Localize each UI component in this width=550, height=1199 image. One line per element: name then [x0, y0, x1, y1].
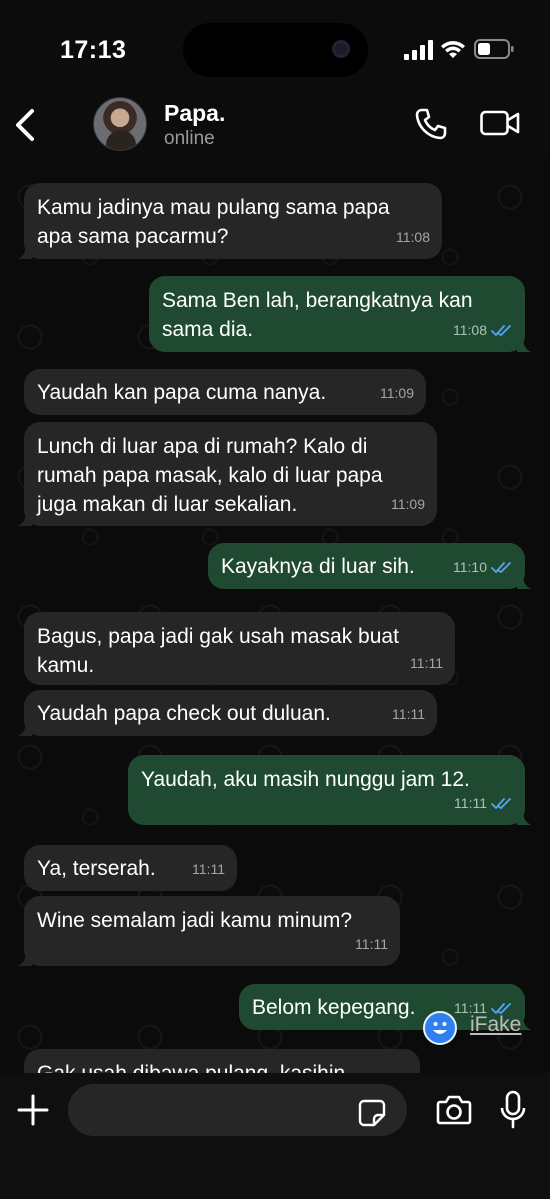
- message-incoming[interactable]: Yaudah papa check out duluan. 11:11: [18, 690, 437, 736]
- message-meta: 11:09: [391, 490, 425, 519]
- message-time: 11:10: [453, 559, 487, 575]
- message-time: 11:09: [391, 496, 425, 512]
- phone-call-icon[interactable]: [414, 107, 448, 141]
- message-incoming[interactable]: Kamu jadinya mau pulang sama papa apa sa…: [18, 183, 442, 259]
- message-text: Wine semalam jadi kamu minum?: [37, 909, 353, 932]
- message-outgoing[interactable]: Yaudah, aku masih nunggu jam 12. 11:11: [128, 755, 531, 825]
- message-time: 11:09: [380, 385, 414, 401]
- battery-icon: [474, 39, 514, 59]
- video-call-icon[interactable]: [480, 109, 520, 137]
- message-meta: 11:08: [396, 223, 430, 252]
- message-incoming[interactable]: Bagus, papa jadi gak usah masak buat kam…: [24, 612, 455, 685]
- microphone-icon[interactable]: [500, 1090, 526, 1130]
- message-meta: 11:11: [454, 789, 513, 818]
- message-time: 11:08: [396, 229, 430, 245]
- read-receipt-icon: [491, 324, 511, 336]
- ifake-logo-icon: [423, 1011, 457, 1045]
- message-meta: 11:08: [453, 316, 513, 345]
- dynamic-island: [183, 23, 368, 77]
- message-input[interactable]: [88, 1084, 348, 1136]
- message-input-container[interactable]: [68, 1084, 407, 1136]
- message-meta: 11:09: [380, 379, 414, 408]
- message-composer: [0, 1073, 550, 1199]
- message-meta: 11:11: [392, 700, 425, 729]
- message-incoming[interactable]: Wine semalam jadi kamu minum? 11:11: [18, 896, 400, 966]
- message-time: 11:11: [355, 936, 388, 952]
- bubble-tail: [18, 512, 32, 526]
- cellular-signal-icon: [404, 40, 433, 60]
- chat-header: Papa. online: [0, 95, 550, 157]
- message-time: 11:11: [392, 706, 425, 722]
- message-text: Bagus, papa jadi gak usah masak buat kam…: [37, 625, 399, 677]
- message-text: Yaudah kan papa cuma nanya.: [37, 381, 327, 404]
- watermark-text: iFake: [470, 1013, 522, 1036]
- contact-status: online: [164, 128, 215, 149]
- message-meta: 11:11: [355, 930, 388, 959]
- bubble-tail: [517, 338, 531, 352]
- camera-icon[interactable]: [436, 1094, 472, 1126]
- message-time: 11:11: [410, 655, 443, 671]
- chat-area[interactable]: Kamu jadinya mau pulang sama papa apa sa…: [0, 157, 550, 1073]
- message-text: Lunch di luar apa di rumah? Kalo di ruma…: [37, 435, 383, 516]
- bubble-tail: [18, 722, 32, 736]
- contact-name[interactable]: Papa.: [164, 100, 225, 127]
- wifi-icon: [441, 41, 465, 58]
- plus-icon[interactable]: [16, 1093, 50, 1127]
- message-time: 11:11: [454, 795, 487, 811]
- read-receipt-icon: [491, 561, 511, 573]
- message-meta: 11:11: [192, 855, 225, 884]
- contact-avatar[interactable]: [93, 97, 147, 151]
- bubble-tail: [517, 811, 531, 825]
- bubble-tail: [517, 575, 531, 589]
- sticker-icon[interactable]: [358, 1099, 386, 1127]
- back-chevron-icon[interactable]: [12, 105, 40, 145]
- bubble-tail: [18, 245, 32, 259]
- message-meta: 11:11: [410, 649, 443, 678]
- message-text: Kamu jadinya mau pulang sama papa apa sa…: [37, 196, 390, 248]
- message-outgoing[interactable]: Kayaknya di luar sih. 11:10: [208, 543, 531, 589]
- message-meta: 11:10: [453, 553, 513, 582]
- message-time: 11:08: [453, 322, 487, 338]
- message-text: Yaudah papa check out duluan.: [37, 702, 331, 725]
- message-incoming[interactable]: Yaudah kan papa cuma nanya. 11:09: [24, 369, 426, 415]
- message-outgoing[interactable]: Sama Ben lah, berangkatnya kan sama dia.…: [149, 276, 531, 352]
- message-text: Gak usah dibawa pulang, kasihin: [37, 1059, 408, 1073]
- status-time: 17:13: [60, 36, 127, 64]
- status-bar: 17:13: [0, 0, 550, 95]
- message-incoming[interactable]: Gak usah dibawa pulang, kasihin: [24, 1049, 420, 1073]
- message-time: 11:11: [192, 861, 225, 877]
- smiley-icon: [433, 1022, 447, 1034]
- front-camera: [332, 40, 350, 58]
- message-incoming[interactable]: Ya, terserah. 11:11: [24, 845, 237, 891]
- bubble-tail: [18, 952, 32, 966]
- read-receipt-icon: [491, 797, 511, 809]
- message-incoming[interactable]: Lunch di luar apa di rumah? Kalo di ruma…: [18, 422, 437, 526]
